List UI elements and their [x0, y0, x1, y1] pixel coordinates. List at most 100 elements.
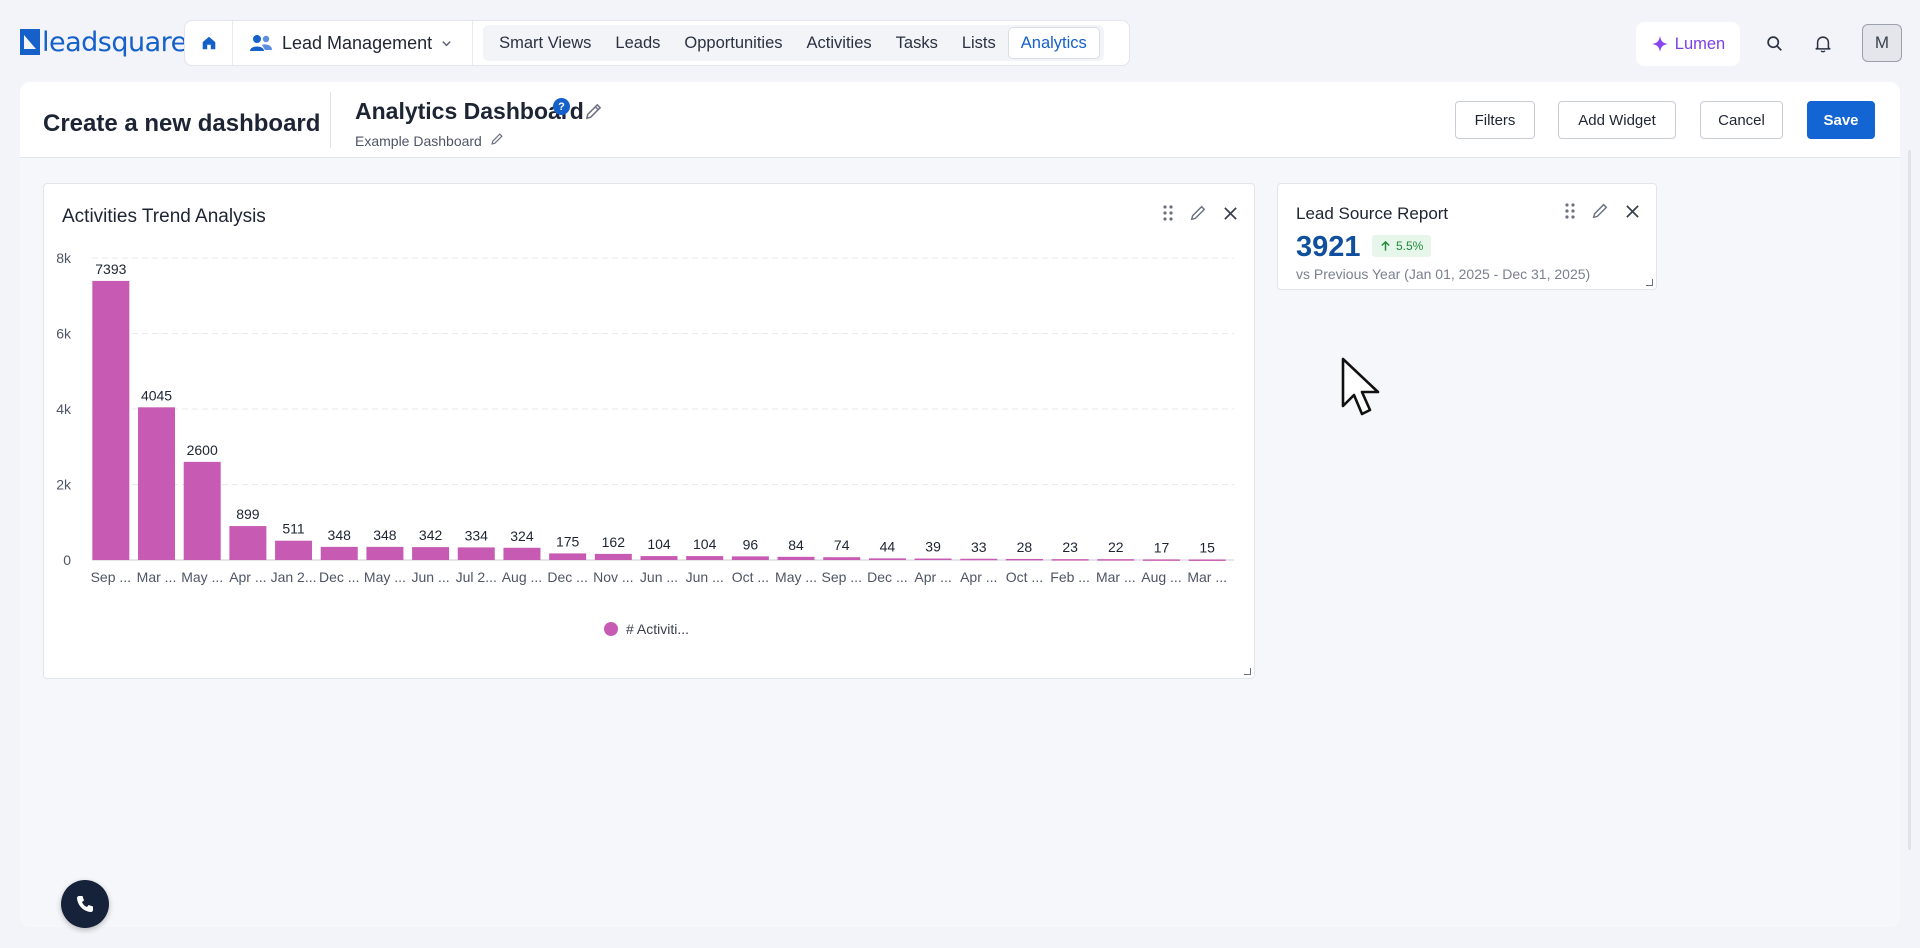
data-label: 4045 — [141, 387, 172, 403]
close-icon — [1626, 204, 1639, 218]
activities-bar-chart: 0 2k 4k 6k 8k 7393 Sep ... 4045 Mar ... 2600 May .… — [56, 250, 1234, 637]
edit-description-button[interactable] — [490, 132, 504, 149]
tab-smart-views[interactable]: Smart Views — [487, 27, 603, 59]
resize-handle[interactable] — [1244, 668, 1251, 675]
cancel-button[interactable]: Cancel — [1700, 101, 1783, 139]
y-tick-label: 0 — [63, 552, 71, 568]
logo-text: leadsquared — [42, 26, 204, 58]
search-button[interactable] — [1757, 26, 1791, 60]
page-scrollbar[interactable] — [1908, 150, 1911, 850]
x-tick-label: Dec ... — [867, 569, 907, 585]
dashboard-header: Create a new dashboard Analytics Dashboa… — [20, 82, 1900, 158]
bar — [138, 407, 176, 560]
kpi-value: 3921 — [1296, 231, 1361, 263]
data-label: 348 — [373, 527, 397, 543]
data-label: 899 — [236, 506, 260, 522]
x-tick-label: Jul 2... — [456, 569, 497, 585]
bar — [503, 547, 541, 560]
x-tick-label: Jun ... — [412, 569, 450, 585]
data-label: 7393 — [95, 261, 126, 277]
data-label: 39 — [925, 539, 941, 555]
x-tick-label: Aug ... — [1141, 569, 1181, 585]
tab-lists[interactable]: Lists — [950, 27, 1008, 59]
resize-handle[interactable] — [1646, 279, 1653, 286]
pencil-icon — [1592, 203, 1608, 219]
data-label: 175 — [556, 533, 580, 549]
chevron-down-icon — [442, 40, 451, 46]
x-tick-label: Sep ... — [91, 569, 131, 585]
tab-analytics[interactable]: Analytics — [1007, 27, 1100, 59]
edit-widget-button[interactable] — [1591, 202, 1609, 225]
leadsquared-logo[interactable]: leadsquared — [20, 26, 204, 58]
lumen-button[interactable]: Lumen — [1636, 22, 1740, 66]
x-tick-label: Dec ... — [547, 569, 587, 585]
drag-handle[interactable] — [1565, 203, 1575, 224]
bar — [868, 558, 906, 560]
widget-toolbar — [1565, 202, 1640, 225]
activities-trend-widget[interactable]: Activities Trend Analysis 0 2k 4k 6k 8k 7393 S… — [43, 183, 1255, 679]
bar — [1142, 559, 1180, 561]
y-tick-label: 2k — [56, 477, 72, 493]
y-tick-label: 8k — [56, 250, 72, 266]
lead-source-widget[interactable]: Lead Source Report 3921 5.5% vs Previous… — [1277, 183, 1657, 290]
data-label: 84 — [788, 537, 804, 553]
x-tick-label: Apr ... — [914, 569, 951, 585]
x-tick-label: Feb ... — [1050, 569, 1090, 585]
main-nav-bar: Lead Management Smart Views Leads Opport… — [184, 20, 1130, 66]
edit-name-button[interactable] — [584, 102, 603, 126]
data-label: 33 — [971, 539, 987, 555]
bar — [594, 553, 632, 560]
legend-marker — [604, 622, 618, 636]
data-label: 74 — [834, 537, 850, 553]
data-label: 104 — [693, 536, 717, 552]
tab-leads[interactable]: Leads — [603, 27, 672, 59]
data-label: 2600 — [187, 442, 218, 458]
home-icon — [202, 36, 215, 50]
data-label: 334 — [465, 527, 489, 543]
page-title: Create a new dashboard — [43, 110, 321, 137]
pencil-icon — [491, 133, 503, 145]
bar — [457, 547, 495, 560]
notifications-button[interactable] — [1806, 26, 1840, 60]
filters-button[interactable]: Filters — [1455, 101, 1535, 139]
data-label: 44 — [880, 538, 896, 554]
x-tick-label: Oct ... — [1006, 569, 1043, 585]
bar — [777, 556, 815, 560]
x-tick-label: Sep ... — [821, 569, 861, 585]
module-switcher[interactable]: Lead Management — [233, 21, 474, 65]
bar — [686, 556, 724, 560]
tab-tasks[interactable]: Tasks — [884, 27, 950, 59]
user-avatar[interactable]: M — [1862, 24, 1902, 62]
bell-icon — [1815, 35, 1831, 52]
help-icon[interactable]: ? — [553, 98, 570, 115]
phone-button[interactable] — [61, 880, 109, 928]
description-text: Example Dashboard — [355, 132, 482, 149]
x-tick-label: Apr ... — [229, 569, 266, 585]
x-tick-label: Apr ... — [960, 569, 997, 585]
data-label: 348 — [328, 527, 352, 543]
header-divider — [330, 92, 331, 148]
tab-activities[interactable]: Activities — [795, 27, 884, 59]
bar — [320, 546, 358, 560]
legend-label: # Activiti... — [626, 621, 689, 637]
home-button[interactable] — [185, 21, 233, 65]
data-label: 23 — [1062, 539, 1078, 555]
x-tick-label: Aug ... — [502, 569, 542, 585]
save-button[interactable]: Save — [1807, 101, 1875, 139]
bar — [1097, 559, 1135, 561]
data-label: 96 — [743, 536, 759, 552]
bar — [823, 557, 861, 560]
data-label: 162 — [602, 534, 626, 550]
module-label: Lead Management — [282, 32, 433, 53]
remove-widget-button[interactable] — [1625, 204, 1640, 224]
add-widget-button[interactable]: Add Widget — [1558, 101, 1676, 139]
bar — [229, 526, 267, 560]
top-navigation: leadsquared Lead Management Smart Views … — [0, 0, 1920, 84]
arrow-up-icon — [1381, 240, 1390, 251]
x-tick-label: Mar ... — [1096, 569, 1136, 585]
tab-opportunities[interactable]: Opportunities — [672, 27, 794, 59]
x-tick-label: Oct ... — [732, 569, 769, 585]
data-label: 511 — [282, 521, 305, 537]
x-tick-label: May ... — [775, 569, 817, 585]
search-icon — [1766, 35, 1782, 51]
